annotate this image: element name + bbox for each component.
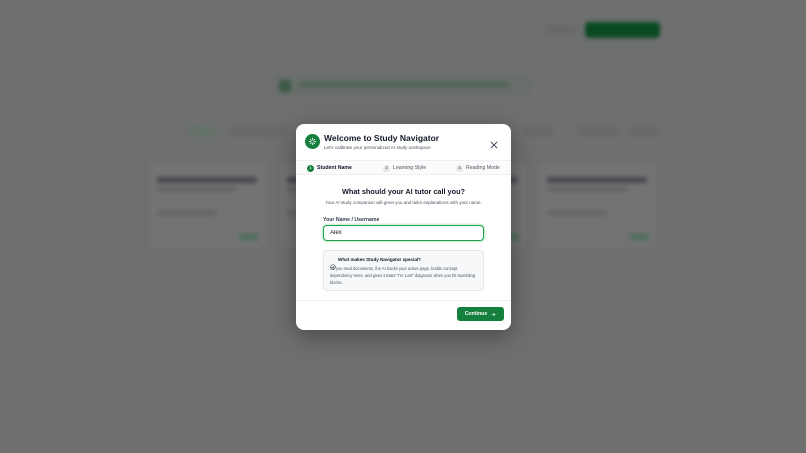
step-label: Reading Mode	[466, 165, 500, 171]
close-icon[interactable]	[489, 137, 499, 149]
step-label: Student Name	[317, 165, 352, 171]
step-number: 1	[307, 164, 314, 172]
onboarding-dialog: Welcome to Study Navigator Let's calibra…	[296, 124, 511, 330]
dialog-subtitle: Let's calibrate your personalized AI stu…	[324, 144, 431, 150]
dialog-header: Welcome to Study Navigator Let's calibra…	[296, 124, 511, 160]
arrow-right-icon	[491, 312, 496, 316]
continue-button[interactable]: Continue	[457, 307, 504, 321]
info-box: What makes Study Navigator special? As y…	[323, 250, 484, 291]
badge-check-icon	[330, 257, 336, 270]
name-input[interactable]	[323, 225, 484, 241]
step-label: Learning Style	[393, 165, 427, 171]
step-number: 3	[456, 164, 463, 172]
sparkle-icon	[305, 134, 320, 149]
info-body: As you read documents, the AI tracks you…	[330, 266, 476, 285]
step-number: 2	[383, 164, 390, 172]
info-title: What makes Study Navigator special?	[338, 256, 421, 262]
step-reading-mode: 3 Reading Mode	[456, 164, 500, 172]
step-learning-style: 2 Learning Style	[383, 164, 427, 172]
question-title: What should your AI tutor call you?	[342, 187, 465, 196]
continue-label: Continue	[464, 311, 488, 317]
stepper: 1 Student Name 2 Learning Style 3 Readin…	[296, 160, 511, 175]
dialog-footer: Continue	[296, 300, 511, 330]
name-field-label: Your Name / Username	[323, 216, 380, 223]
step-student-name: 1 Student Name	[307, 164, 352, 172]
question-subtitle: Your AI study companion will greet you a…	[325, 199, 482, 205]
dialog-title: Welcome to Study Navigator	[324, 133, 440, 143]
